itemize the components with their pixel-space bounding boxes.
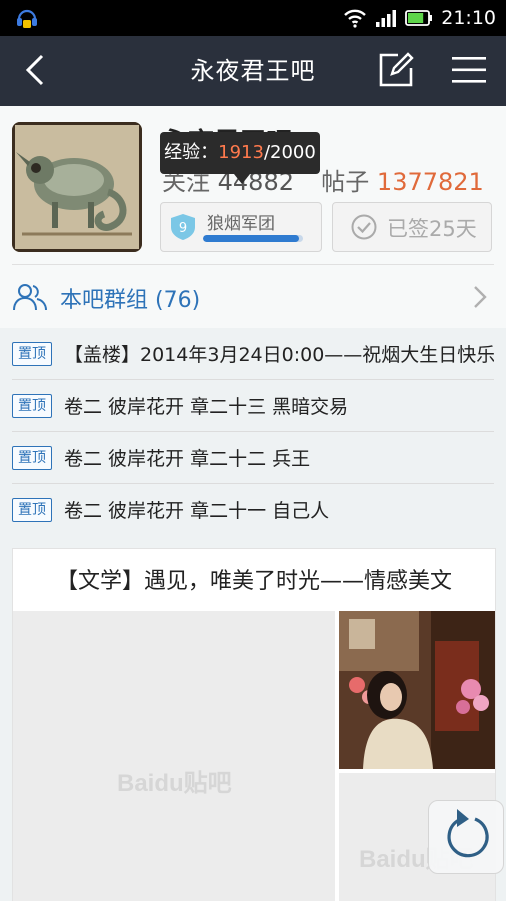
group-label: 本吧群组 (76) <box>60 288 201 313</box>
level-shield-icon: 9 <box>171 214 195 240</box>
status-time: 21:10 <box>441 7 496 29</box>
wifi-icon <box>344 9 367 28</box>
level-title: 狼烟军团 <box>207 214 275 234</box>
pinned-tag: 置顶 <box>12 394 52 418</box>
thread-image-placeholder[interactable]: Baidu贴吧 <box>13 611 335 901</box>
status-bar: 21:10 <box>0 0 506 36</box>
baidu-tieba-watermark: Baidu贴吧 <box>117 770 232 797</box>
exp-current: 1913 <box>218 142 264 163</box>
chevron-right-icon <box>474 286 487 308</box>
level-badge-box[interactable]: 9 狼烟军团 <box>160 202 322 252</box>
pinned-thread-row[interactable]: 置顶 卷二 彼岸花开 章二十一 自己人 <box>0 484 506 536</box>
pinned-tag: 置顶 <box>12 446 52 470</box>
thread-title: 卷二 彼岸花开 章二十三 黑暗交易 <box>64 396 349 418</box>
pinned-thread-list: 置顶 【盖楼】2014年3月24日0:00——祝烟大生日快乐 置顶 卷二 彼岸花… <box>0 328 506 534</box>
posts-count: 1377821 <box>376 168 484 196</box>
forum-avatar[interactable] <box>12 122 142 252</box>
exp-total: 2000 <box>270 142 316 163</box>
posts-label: 帖子 <box>321 168 370 196</box>
thread-title: 卷二 彼岸花开 章二十二 兵王 <box>64 448 311 470</box>
thread-title: 【盖楼】2014年3月24日0:00——祝烟大生日快乐 <box>64 344 494 366</box>
tooltip-arrow <box>234 174 250 184</box>
page-title: 永夜君王吧 <box>190 57 316 85</box>
girl-photo-image <box>339 611 495 769</box>
edit-icon[interactable] <box>378 52 414 88</box>
pinned-tag: 置顶 <box>12 498 52 522</box>
pinned-tag: 置顶 <box>12 342 52 366</box>
sign-in-label: 已签25天 <box>387 217 477 241</box>
baidu-app-icon <box>17 9 37 28</box>
sign-in-button[interactable]: 已签25天 <box>332 202 492 252</box>
refresh-button[interactable] <box>428 800 504 874</box>
level-progress-bar <box>203 235 303 242</box>
header-divider <box>12 264 494 265</box>
exp-label: 经验： <box>164 142 219 163</box>
pinned-thread-row[interactable]: 置顶 卷二 彼岸花开 章二十二 兵王 <box>0 432 506 484</box>
level-progress-fill <box>203 235 299 242</box>
forum-header: 永夜君王吧 关注 44882 帖子 1377821 经验：1913/2000 9… <box>0 106 506 328</box>
level-number: 9 <box>179 221 187 236</box>
signal-icon <box>376 10 397 27</box>
thread-title: 卷二 彼岸花开 章二十一 自己人 <box>64 500 330 522</box>
experience-tooltip: 经验：1913/2000 <box>160 132 320 184</box>
check-circle-icon <box>351 214 377 240</box>
thread-photo[interactable] <box>339 611 495 769</box>
battery-icon <box>405 10 433 26</box>
refresh-icon <box>447 809 489 858</box>
group-people-icon <box>13 284 47 311</box>
thread-card[interactable]: 【文学】遇见，唯美了时光——情感美文 Baidu贴吧 Baidu贴吧 <box>12 548 496 901</box>
card-title: 【文学】遇见，唯美了时光——情感美文 <box>55 569 452 594</box>
pinned-thread-row[interactable]: 置顶 【盖楼】2014年3月24日0:00——祝烟大生日快乐 <box>0 328 506 380</box>
menu-icon[interactable] <box>450 53 488 87</box>
nav-bar: 永夜君王吧 <box>0 36 506 106</box>
forum-group-row[interactable]: 本吧群组 (76) <box>0 266 506 328</box>
chameleon-image <box>12 122 142 252</box>
pinned-thread-row[interactable]: 置顶 卷二 彼岸花开 章二十三 黑暗交易 <box>0 380 506 432</box>
